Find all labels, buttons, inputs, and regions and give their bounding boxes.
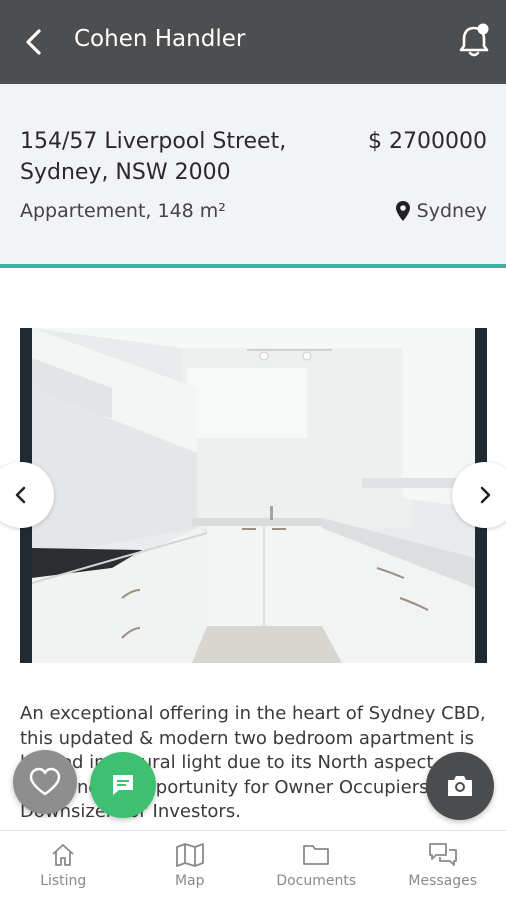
address-line-2: Sydney, NSW 2000 bbox=[20, 160, 231, 185]
bottom-tab-bar: Listing Map Documents Messages bbox=[0, 830, 506, 900]
listing-description: An exceptional offering in the heart of … bbox=[20, 703, 486, 822]
property-type: Appartement, 148 m² bbox=[20, 200, 226, 222]
tab-label: Listing bbox=[40, 873, 87, 889]
listing-location: Sydney bbox=[395, 200, 487, 222]
folder-icon bbox=[303, 845, 330, 865]
tab-label: Map bbox=[174, 873, 205, 889]
chat-icon bbox=[113, 775, 133, 795]
arrow-left-icon bbox=[26, 29, 41, 55]
page-title: Cohen Handler bbox=[74, 26, 246, 52]
tab-map[interactable]: Map bbox=[127, 831, 254, 900]
tab-label: Messages bbox=[408, 873, 478, 889]
location-label: Sydney bbox=[416, 200, 487, 222]
chevron-left-icon bbox=[15, 486, 26, 504]
like-button[interactable] bbox=[13, 750, 77, 814]
bell-icon bbox=[459, 23, 489, 57]
messages-icon bbox=[428, 843, 457, 866]
camera-icon bbox=[448, 776, 472, 796]
camera-button[interactable] bbox=[426, 752, 494, 820]
listing-photo bbox=[32, 328, 475, 663]
location-pin-icon bbox=[395, 201, 410, 221]
listing-address: 154/57 Liverpool Street, Sydney, NSW 200… bbox=[20, 126, 340, 188]
tab-listing[interactable]: Listing bbox=[0, 831, 127, 900]
chevron-right-icon bbox=[480, 486, 491, 504]
tab-label: Documents bbox=[276, 873, 357, 889]
app-bar: Cohen Handler bbox=[0, 0, 506, 84]
heart-icon bbox=[29, 767, 61, 796]
map-icon bbox=[175, 843, 204, 867]
listing-price: $ 2700000 bbox=[368, 129, 487, 154]
listing-info: 154/57 Liverpool Street, Sydney, NSW 200… bbox=[0, 84, 506, 268]
tab-messages[interactable]: Messages bbox=[380, 831, 506, 900]
notifications-button[interactable] bbox=[456, 20, 492, 60]
chat-button[interactable] bbox=[90, 752, 156, 818]
address-line-1: 154/57 Liverpool Street, bbox=[20, 129, 287, 154]
back-button[interactable] bbox=[14, 22, 54, 62]
tab-documents[interactable]: Documents bbox=[253, 831, 380, 900]
photo-gallery[interactable] bbox=[20, 328, 487, 663]
home-icon bbox=[52, 844, 74, 866]
